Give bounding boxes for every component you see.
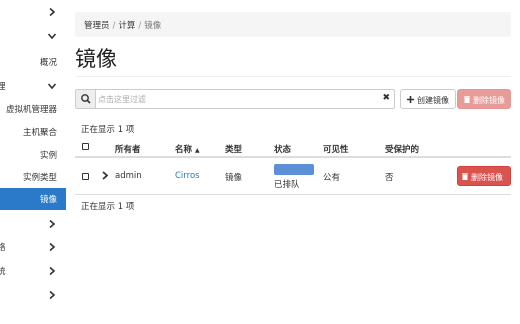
cell-protected: 否: [385, 173, 394, 183]
chevron-right-icon: [49, 242, 56, 252]
sidebar-group-system[interactable]: 统: [0, 260, 66, 282]
item-count-top: 正在显示 1 项: [81, 125, 135, 135]
plus-icon: [407, 96, 414, 105]
sidebar-item-flavors[interactable]: 实例类型: [0, 166, 66, 188]
chevron-right-icon: [49, 266, 56, 276]
sidebar-item-host-aggregates[interactable]: 主机聚合: [0, 121, 66, 143]
sidebar-item-images[interactable]: 镜像: [0, 188, 66, 210]
table-row: admin Cirros 镜像 已排队 公有 否 删除镜像: [75, 158, 511, 195]
sidebar-group-collapsed[interactable]: [0, 213, 66, 235]
column-type[interactable]: 类型: [225, 143, 242, 155]
title-divider: [75, 76, 511, 77]
sidebar-item-label: 镜像: [39, 195, 57, 205]
breadcrumb-item-compute[interactable]: 计算: [118, 21, 135, 31]
cell-owner: admin: [115, 171, 142, 181]
sidebar-item-label: 虚拟机管理器: [5, 105, 57, 115]
cell-status: 已排队: [274, 164, 314, 190]
sidebar-group-label: 统: [0, 267, 6, 277]
sidebar-item-label: 概况: [39, 58, 57, 68]
search-icon: [81, 94, 91, 104]
chevron-right-icon: [102, 171, 109, 180]
sidebar-group-network[interactable]: 络: [0, 236, 66, 258]
sidebar-group-label: 络: [0, 243, 6, 253]
sidebar-item-label: 主机聚合: [22, 128, 57, 138]
search-button[interactable]: [76, 90, 96, 108]
delete-images-label: 删除镜像: [473, 96, 505, 105]
status-progress-bar: [274, 164, 314, 175]
sidebar-item-label: 实例类型: [22, 173, 57, 183]
images-table: 所有者 名称 ▲ 类型 状态 可见性 受保护的 admin Cirros 镜像 …: [75, 138, 511, 195]
sidebar-item-label: 实例: [39, 151, 57, 161]
trash-icon: [464, 96, 470, 105]
column-name[interactable]: 名称 ▲: [175, 143, 200, 155]
filter-input[interactable]: [98, 91, 378, 107]
status-label: 已排队: [274, 180, 300, 190]
filter-group: ✖: [75, 89, 395, 109]
sidebar-item-instances[interactable]: 实例: [0, 144, 66, 166]
chevron-down-icon: [47, 33, 57, 40]
breadcrumb-separator: /: [138, 21, 142, 31]
item-count-bottom: 正在显示 1 项: [81, 202, 135, 212]
delete-image-label: 删除镜像: [471, 173, 503, 182]
delete-images-button[interactable]: 删除镜像: [457, 89, 511, 109]
column-status[interactable]: 状态: [274, 143, 291, 155]
delete-image-button[interactable]: 删除镜像: [457, 166, 511, 186]
breadcrumb-item-admin[interactable]: 管理员: [84, 21, 110, 31]
expand-row-toggle[interactable]: [101, 171, 109, 183]
cell-visibility: 公有: [323, 173, 341, 183]
breadcrumb-separator: /: [112, 21, 116, 31]
select-all-checkbox[interactable]: [82, 143, 89, 153]
chevron-right-icon: [49, 7, 56, 17]
page-title: 镜像: [75, 47, 117, 71]
sidebar: 概况 理 虚拟机管理器 主机聚合 实例 实例类型 镜像 络 统: [0, 0, 66, 324]
sidebar-item-overview[interactable]: 概况: [0, 51, 66, 73]
column-visibility[interactable]: 可见性: [323, 143, 349, 155]
sidebar-group-collapsed[interactable]: [0, 284, 66, 306]
breadcrumb: 管理员 / 计算 / 镜像: [75, 12, 511, 37]
sidebar-group-admin[interactable]: 理: [0, 75, 66, 97]
trash-icon: [462, 173, 468, 182]
breadcrumb-current: 镜像: [144, 21, 162, 31]
sidebar-group-label: 理: [0, 82, 6, 92]
column-protected[interactable]: 受保护的: [385, 143, 419, 155]
chevron-down-icon: [47, 83, 57, 90]
clear-icon[interactable]: ✖: [382, 93, 390, 103]
column-name-label: 名称: [175, 145, 193, 155]
create-image-label: 创建镜像: [417, 96, 449, 105]
chevron-right-icon: [49, 290, 56, 300]
sidebar-item-hypervisors[interactable]: 虚拟机管理器: [0, 98, 66, 120]
table-header: 所有者 名称 ▲ 类型 状态 可见性 受保护的: [75, 138, 511, 158]
row-checkbox[interactable]: [82, 173, 89, 183]
chevron-right-icon: [49, 219, 56, 229]
create-image-button[interactable]: 创建镜像: [400, 89, 456, 109]
status-progress-fill: [274, 164, 314, 175]
cell-name-link[interactable]: Cirros: [175, 171, 200, 181]
column-owner[interactable]: 所有者: [115, 143, 141, 155]
cell-type: 镜像: [225, 173, 243, 183]
sort-asc-icon: ▲: [194, 147, 200, 154]
sidebar-collapse-toggle[interactable]: [0, 4, 66, 26]
sidebar-section-toggle[interactable]: [0, 28, 66, 50]
